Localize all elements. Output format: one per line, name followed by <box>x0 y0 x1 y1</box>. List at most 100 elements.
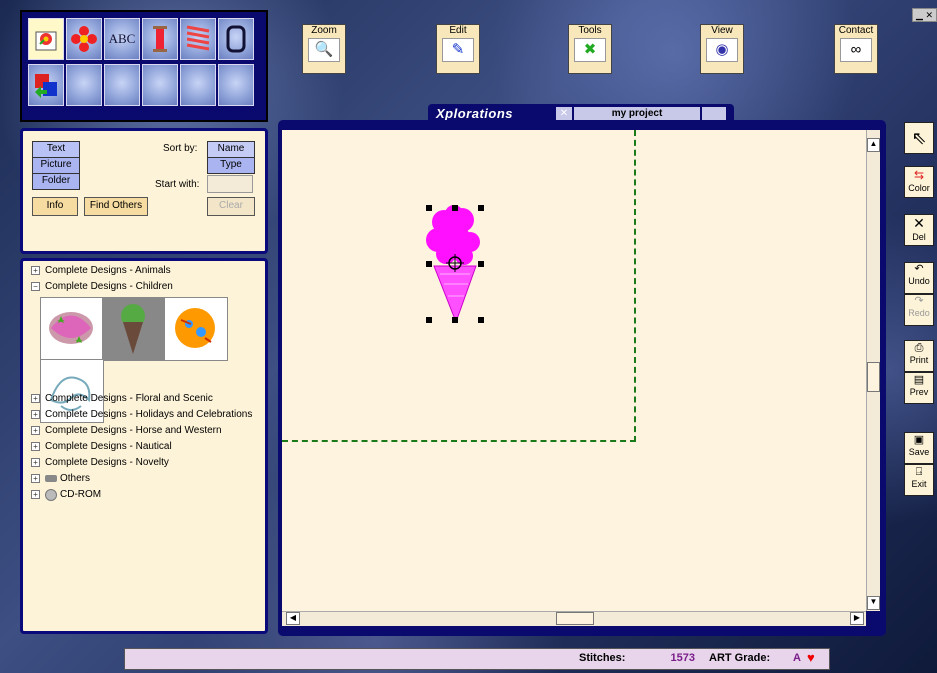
selection-handle[interactable] <box>478 261 484 267</box>
expand-plus-icon[interactable]: + <box>31 394 40 403</box>
scroll-right-arrow[interactable]: ▶ <box>850 612 864 625</box>
preview-button[interactable]: ▤ Prev <box>904 372 934 404</box>
view-label: View <box>711 25 733 36</box>
filter-folder-button[interactable]: Folder <box>32 173 80 190</box>
tools-label: Tools <box>578 25 602 36</box>
window-controls[interactable]: ▁ ✕ <box>912 8 937 22</box>
empty-tool-slot <box>142 64 178 106</box>
tree-item-holidays[interactable]: + Complete Designs - Holidays and Celebra… <box>31 407 252 422</box>
design-canvas[interactable] <box>282 130 866 611</box>
undo-label: Undo <box>908 276 930 286</box>
printer-icon: ⎙ <box>914 342 924 354</box>
tree-item-cdrom[interactable]: + CD-ROM <box>31 487 101 502</box>
collapse-minus-icon[interactable]: − <box>31 282 40 291</box>
expand-plus-icon[interactable]: + <box>31 442 40 451</box>
toolbox: ABC <box>20 10 268 122</box>
folder-icon <box>45 475 57 482</box>
save-button[interactable]: ▣ Save <box>904 432 934 464</box>
vertical-scrollbar[interactable]: ▲ ▼ <box>866 130 880 611</box>
expand-plus-icon[interactable]: + <box>31 426 40 435</box>
selection-handle[interactable] <box>452 317 458 323</box>
print-button[interactable]: ⎙ Print <box>904 340 934 372</box>
undo-icon: ↶ <box>914 263 924 275</box>
empty-tool-slot <box>180 64 216 106</box>
selection-handle[interactable] <box>478 317 484 323</box>
filter-picture-button[interactable]: Picture <box>32 157 80 174</box>
design-thumb-tiger[interactable] <box>164 297 228 361</box>
expand-plus-icon[interactable]: + <box>31 266 40 275</box>
tab-arrow-icon[interactable] <box>702 107 726 121</box>
selection-handle[interactable] <box>426 261 432 267</box>
edit-label: Edit <box>449 25 467 36</box>
filter-text-button[interactable]: Text <box>32 141 80 158</box>
empty-tool-slot <box>66 64 102 106</box>
tree-item-horse[interactable]: + Complete Designs - Horse and Western <box>31 423 222 438</box>
flower-icon[interactable] <box>66 18 102 60</box>
abc-text-icon[interactable]: ABC <box>104 18 140 60</box>
del-label: Del <box>912 232 926 242</box>
expand-plus-icon[interactable]: + <box>31 458 40 467</box>
exit-door-icon: ⍈ <box>915 466 923 478</box>
flower-shirt-icon[interactable] <box>28 18 64 60</box>
hoop-icon[interactable] <box>218 18 254 60</box>
expand-plus-icon[interactable]: + <box>31 490 40 499</box>
tree-item-novelty[interactable]: + Complete Designs - Novelty <box>31 455 169 470</box>
stitches-label: Stitches: <box>579 652 626 664</box>
tree-item-children[interactable]: − Complete Designs - Children <box>31 279 173 294</box>
expand-plus-icon[interactable]: + <box>31 474 40 483</box>
find-others-button[interactable]: Find Others <box>84 197 148 216</box>
tree-item-animals[interactable]: + Complete Designs - Animals <box>31 263 171 278</box>
status-message-area <box>125 649 567 669</box>
sort-name-button[interactable]: Name <box>207 141 255 158</box>
heart-icon: ♥ <box>807 650 815 665</box>
tree-item-floral[interactable]: + Complete Designs - Floral and Scenic <box>31 391 213 406</box>
horizontal-scrollbar[interactable]: ◀ ▶ <box>282 611 866 626</box>
selection-handle[interactable] <box>426 205 432 211</box>
edit-button[interactable]: Edit ✎ <box>436 24 480 74</box>
arrow-pointer-icon: ⇖ <box>911 128 927 148</box>
contact-label: Contact <box>838 25 874 36</box>
prev-label: Prev <box>909 387 929 397</box>
tree-item-label: Complete Designs - Nautical <box>45 441 172 452</box>
design-thumb-swirl-stars[interactable] <box>40 297 104 361</box>
start-with-input[interactable] <box>207 175 253 193</box>
close-tab-icon[interactable]: ✕ <box>556 107 572 121</box>
tree-item-label: Complete Designs - Children <box>45 281 173 292</box>
tree-item-label: CD-ROM <box>60 489 102 500</box>
tree-item-nautical[interactable]: + Complete Designs - Nautical <box>31 439 172 454</box>
tree-item-label: Complete Designs - Novelty <box>45 457 169 468</box>
crosshair-move-icon[interactable] <box>446 254 464 272</box>
expand-plus-icon[interactable]: + <box>31 410 40 419</box>
convert-arrows-icon[interactable] <box>28 64 64 106</box>
contact-button[interactable]: Contact ∞ <box>834 24 878 74</box>
clear-button[interactable]: Clear <box>207 197 255 216</box>
view-button[interactable]: View ◉ <box>700 24 744 74</box>
redo-button[interactable]: ↷ Redo <box>904 294 934 326</box>
selection-handle[interactable] <box>478 205 484 211</box>
scroll-down-arrow[interactable]: ▼ <box>867 596 880 610</box>
empty-tool-slot <box>104 64 140 106</box>
sort-type-button[interactable]: Type <box>207 157 255 174</box>
selection-handle[interactable] <box>426 317 432 323</box>
thread-rack-icon[interactable] <box>180 18 216 60</box>
thread-spool-icon[interactable] <box>142 18 178 60</box>
selection-handle[interactable] <box>452 205 458 211</box>
zoom-button[interactable]: Zoom 🔍 <box>302 24 346 74</box>
select-pointer-button[interactable]: ⇖ <box>904 122 934 154</box>
design-thumb-icecream[interactable] <box>102 297 166 361</box>
horizontal-scroll-thumb[interactable] <box>556 612 594 625</box>
scroll-left-arrow[interactable]: ◀ <box>286 612 300 625</box>
vertical-scroll-thumb[interactable] <box>867 362 880 392</box>
delete-x-icon: ✕ <box>913 215 925 231</box>
scroll-up-arrow[interactable]: ▲ <box>867 138 880 152</box>
tools-button[interactable]: Tools ✖ <box>568 24 612 74</box>
project-tab[interactable]: my project <box>574 107 700 121</box>
info-button[interactable]: Info <box>32 197 78 216</box>
tree-item-others[interactable]: + Others <box>31 471 90 486</box>
save-label: Save <box>908 447 930 457</box>
exit-button[interactable]: ⍈ Exit <box>904 464 934 496</box>
undo-button[interactable]: ↶ Undo <box>904 262 934 294</box>
preview-icon: ▤ <box>913 374 925 386</box>
delete-button[interactable]: ✕ Del <box>904 214 934 246</box>
color-button[interactable]: ⇆ Color <box>904 166 934 198</box>
